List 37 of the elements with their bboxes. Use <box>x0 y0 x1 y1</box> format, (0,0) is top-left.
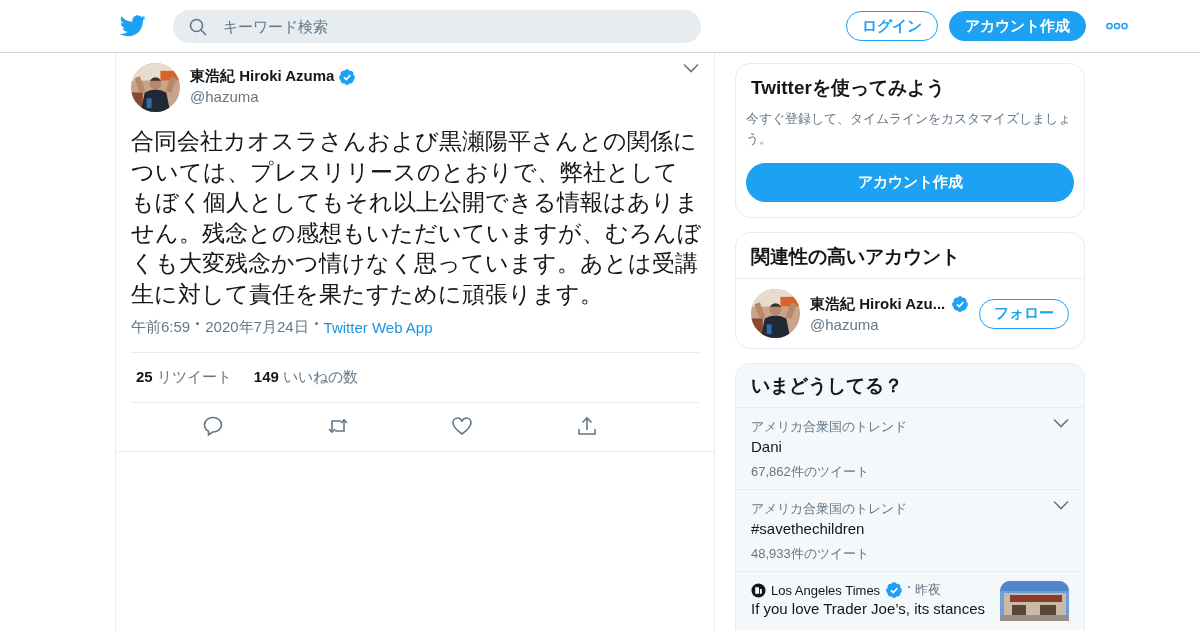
more-icon[interactable] <box>1106 22 1128 30</box>
tweet-time: 午前6:59 <box>131 318 191 337</box>
news-headline: If you love Trader Joe’s, its stances <box>751 601 986 617</box>
trend-context: アメリカ合衆国のトレンド <box>751 418 907 436</box>
news-time: 昨夜 <box>915 581 942 599</box>
tweet-text: 合同会社カオスラさんおよび黒瀬陽平さんとの関係については、プレスリリースのとおりで、弊社としてもぼく個人としてもそれ以上公開できる情報はありません。残念との感想もいただいていますが、むろんぼくも大変残念かつ情けなく思っています。あとは受講生に対して責任を果たすために頑張ります。 <box>131 127 701 309</box>
reply-icon[interactable] <box>202 415 225 437</box>
tweet-date: 2020年7月24日 <box>205 318 309 337</box>
trend-item[interactable]: アメリカ合衆国のトレンド Dani 67,862件のツイート <box>736 407 1084 489</box>
stat-count[interactable]: 25 リツイート <box>136 368 232 387</box>
trend-context: アメリカ合衆国のトレンド <box>751 500 907 518</box>
author-handle[interactable]: @hazuma <box>190 88 673 105</box>
chevron-down-icon[interactable] <box>1053 418 1069 428</box>
search-field[interactable]: キーワード検索 <box>173 9 701 43</box>
card-subtitle: 今すぐ登録して、タイムラインをカスタマイズしましょう。 <box>745 110 1072 148</box>
card-title: 関連性の高いアカウント <box>736 233 1084 279</box>
news-item[interactable]: Los Angeles Times 昨夜 If you love Trader Joe’s, its stances <box>736 571 1084 621</box>
separator-dot <box>314 322 318 325</box>
news-source: Los Angeles Times <box>771 582 881 598</box>
trend-item[interactable]: アメリカ合衆国のトレンド #savethechildren 48,933件のツイート <box>736 489 1084 571</box>
author-name[interactable]: 東浩紀 Hiroki Azuma <box>190 67 335 86</box>
stat-count[interactable]: 149 いいねの数 <box>253 368 359 387</box>
tweet-count: 67,862件のツイート <box>751 463 870 481</box>
chevron-down-icon[interactable] <box>1053 500 1069 510</box>
account-name[interactable]: 東浩紀 Hiroki Azu... <box>810 294 946 314</box>
trend-topic: #savethechildren <box>751 520 866 537</box>
card-title: Twitterを使ってみよう <box>750 76 946 100</box>
tweet-count: 48,933件のツイート <box>751 545 870 563</box>
bird-logo-icon[interactable] <box>120 15 146 37</box>
chevron-down-icon[interactable] <box>683 63 699 73</box>
card-title: いまどうしてる？ <box>750 374 904 398</box>
heart-icon[interactable] <box>451 415 474 437</box>
separator-dot <box>196 322 200 325</box>
trend-topic: Dani <box>751 438 783 455</box>
newspaper-logo-icon <box>751 582 766 598</box>
share-icon[interactable] <box>575 415 598 437</box>
account-handle[interactable]: @hazuma <box>810 315 969 333</box>
